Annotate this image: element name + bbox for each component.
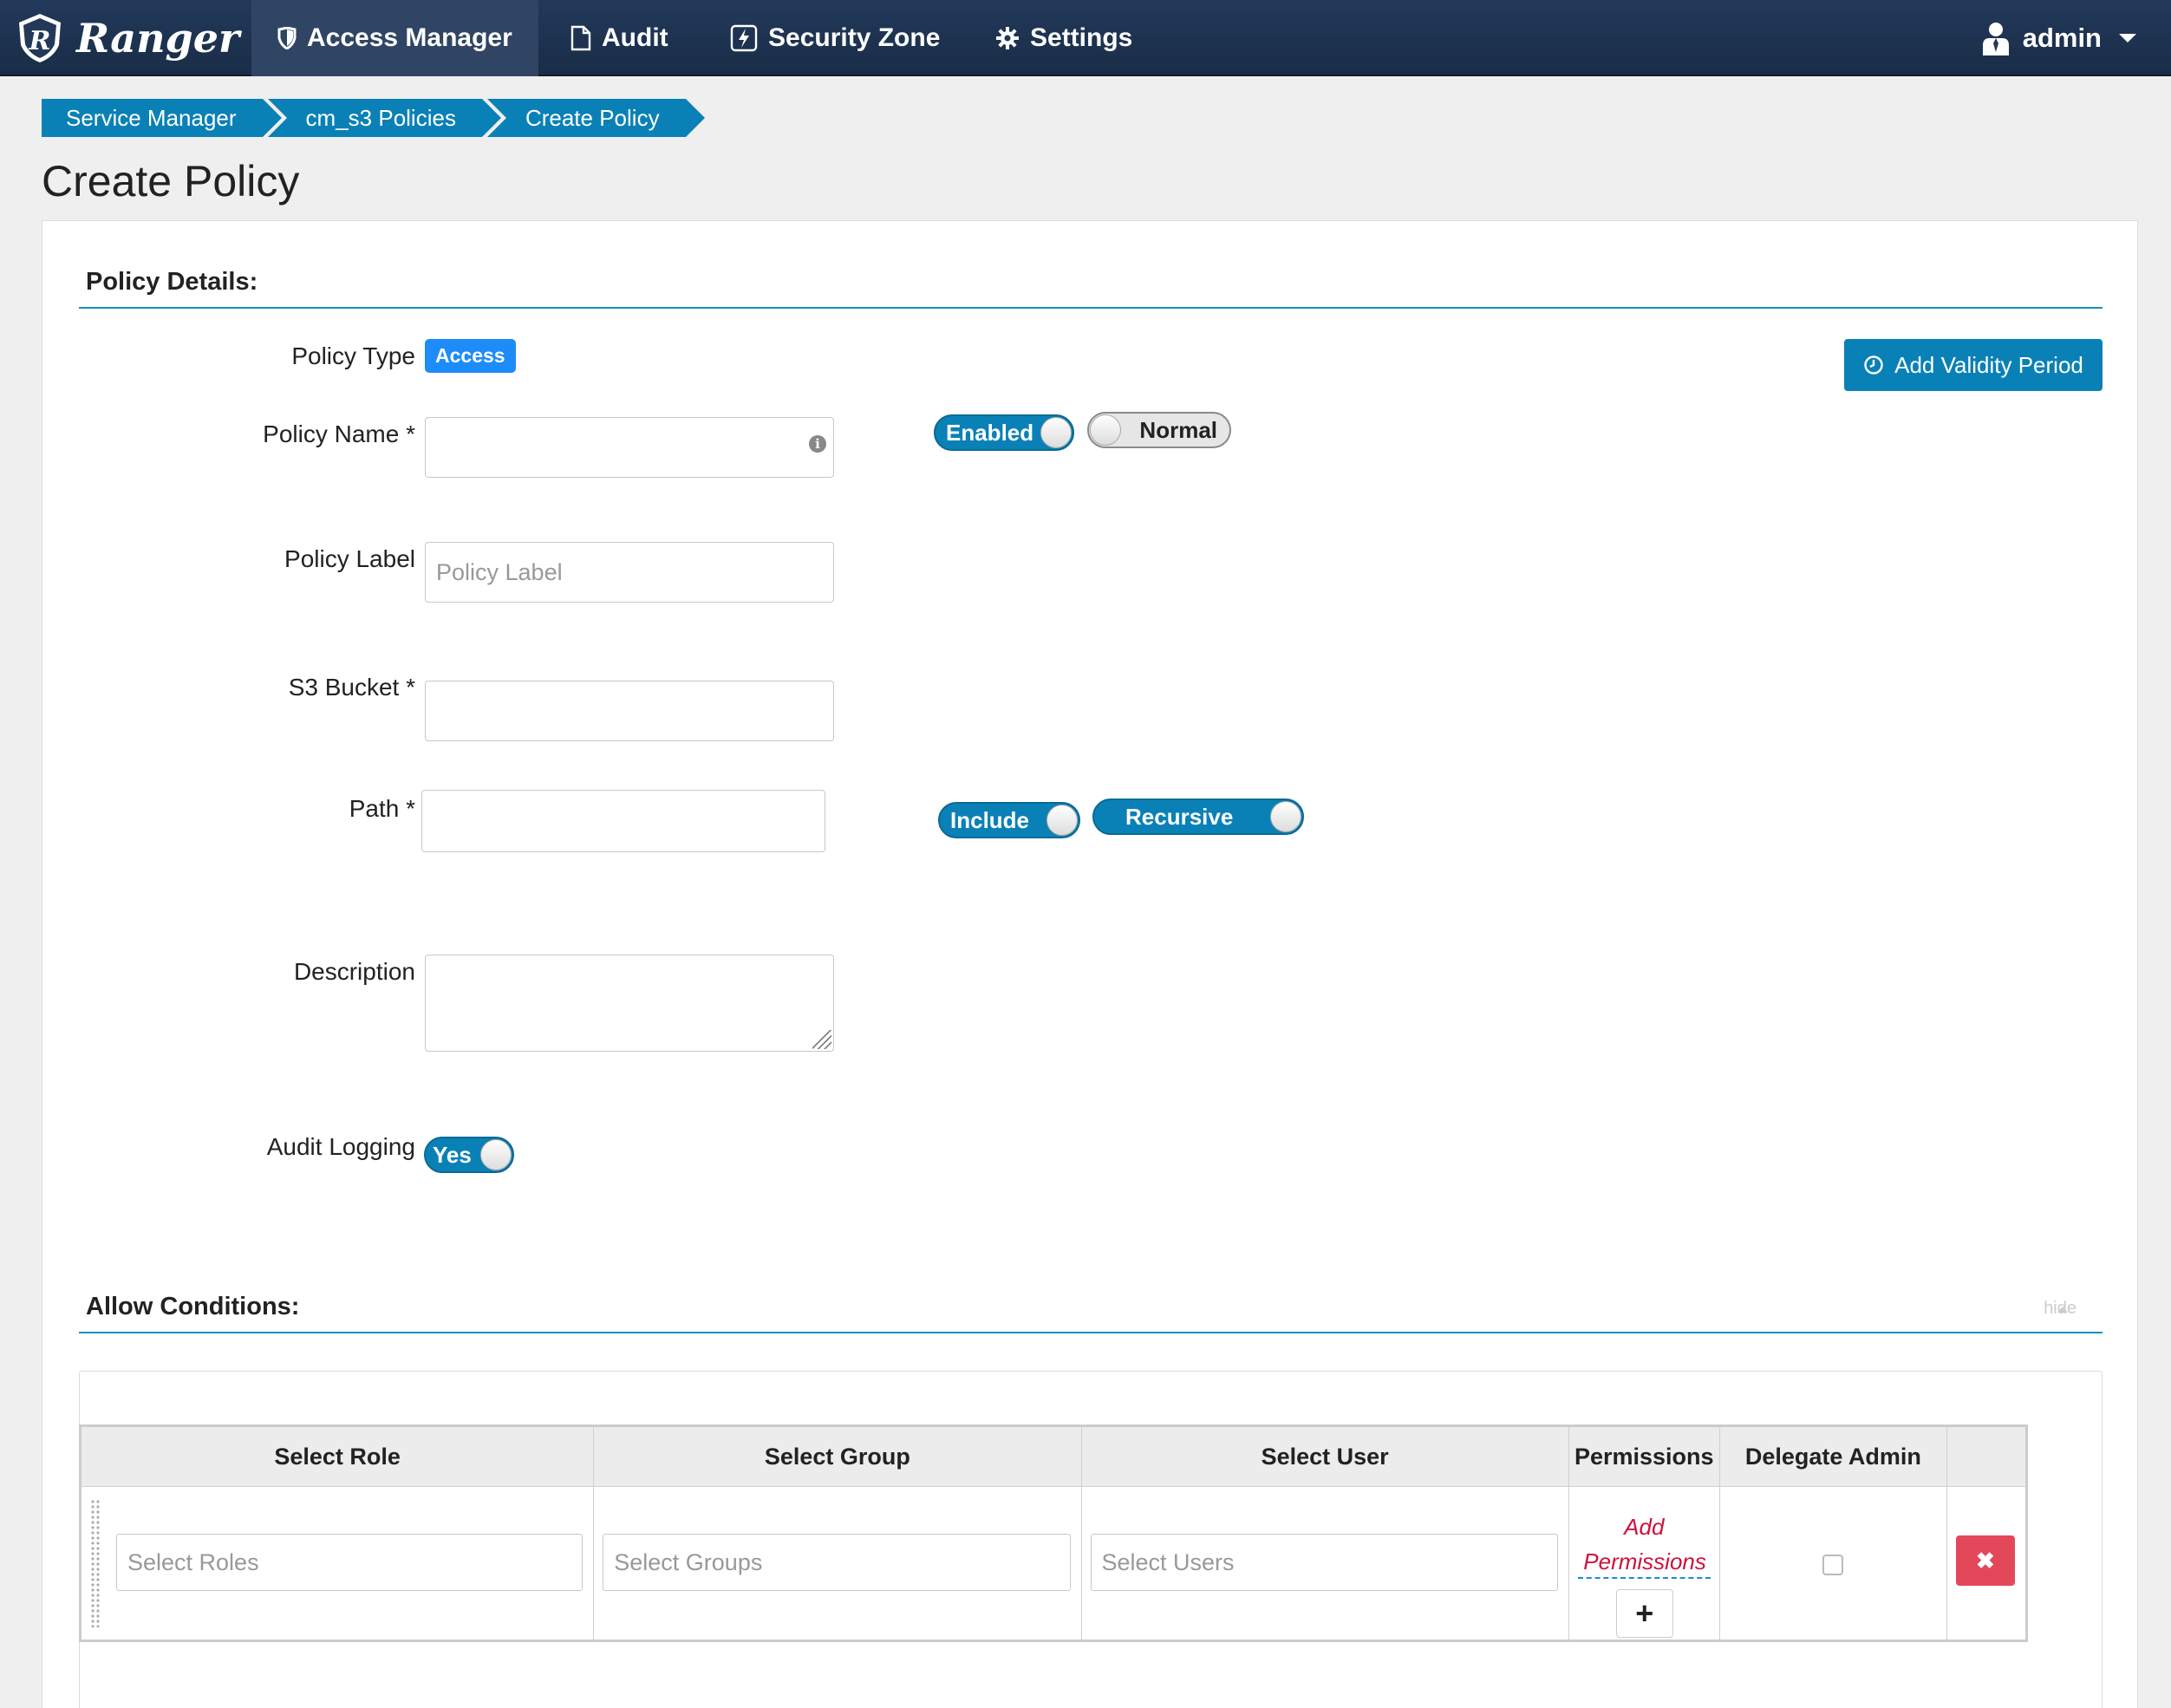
nav-label: Security Zone — [768, 23, 941, 52]
gear-icon — [996, 27, 1019, 49]
brand[interactable]: R Ranger — [16, 10, 239, 66]
audit-logging-label: Audit Logging — [266, 1133, 415, 1160]
page-title: Create Policy — [42, 157, 300, 205]
chevron-down-icon — [2119, 34, 2136, 42]
select-groups-input[interactable]: Select Groups — [603, 1534, 1071, 1591]
nav-label: Access Manager — [307, 23, 512, 52]
ranger-logo-icon: R — [19, 14, 61, 62]
recursive-toggle-label: Recursive — [1125, 803, 1234, 830]
file-icon — [570, 25, 591, 51]
include-toggle-label: Include — [950, 806, 1030, 833]
breadcrumb-service-manager[interactable]: Service Manager — [42, 99, 282, 137]
policy-label-input[interactable]: Policy Label — [425, 542, 834, 603]
path-input[interactable] — [421, 790, 825, 852]
add-validity-period-button[interactable]: Add Validity Period — [1844, 339, 2103, 391]
top-navbar: R Ranger Access Manager Audit Security Z… — [0, 0, 2171, 76]
table-row: Select Roles Select Groups Select Users … — [79, 1486, 2028, 1641]
policy-name-input[interactable]: i — [425, 417, 834, 478]
policy-name-label: Policy Name * — [263, 420, 415, 447]
cell-select-role: Select Roles — [79, 1486, 595, 1641]
svg-text:R: R — [29, 26, 51, 56]
resize-grip-icon[interactable] — [812, 1030, 831, 1049]
s3-bucket-input[interactable] — [425, 681, 834, 741]
table-header-row: Select Role Select Group Select User Per… — [79, 1425, 2028, 1487]
policy-label-label: Policy Label — [284, 545, 415, 572]
breadcrumb-cm-s3-policies[interactable]: cm_s3 Policies — [267, 99, 502, 137]
zone-bolt-icon — [730, 24, 758, 52]
nav-access-manager[interactable]: Access Manager — [251, 0, 538, 76]
allow-conditions-table: Select Role Select Group Select User Per… — [79, 1424, 2028, 1642]
nav-security-zone[interactable]: Security Zone — [704, 0, 966, 76]
allow-conditions-heading: Allow Conditions: — [79, 1293, 2103, 1333]
select-roles-placeholder: Select Roles — [127, 1548, 259, 1575]
select-users-placeholder: Select Users — [1101, 1548, 1235, 1575]
toggle-knob — [1090, 414, 1121, 446]
username: admin — [2022, 23, 2102, 53]
info-icon[interactable]: i — [809, 435, 826, 453]
path-label: Path * — [349, 795, 415, 822]
select-roles-input[interactable]: Select Roles — [116, 1534, 583, 1591]
policy-label-placeholder: Policy Label — [436, 558, 563, 585]
col-select-user: Select User — [1080, 1425, 1569, 1487]
nav-audit[interactable]: Audit — [544, 0, 694, 76]
add-permissions-underline — [1577, 1577, 1711, 1579]
brand-text: Ranger — [76, 15, 240, 62]
shield-icon — [277, 27, 297, 49]
select-users-input[interactable]: Select Users — [1090, 1534, 1558, 1591]
toggle-knob — [1040, 417, 1072, 448]
toggle-knob — [1270, 801, 1301, 832]
enabled-toggle-label: Enabled — [946, 419, 1034, 446]
cell-actions: ✖ — [1946, 1486, 2028, 1641]
description-label: Description — [293, 958, 415, 985]
cell-select-group: Select Groups — [593, 1486, 1082, 1641]
drag-handle-icon[interactable] — [90, 1499, 101, 1627]
delete-row-button[interactable]: ✖ — [1955, 1535, 2015, 1586]
recursive-toggle[interactable]: Recursive — [1092, 799, 1304, 835]
add-permissions-label: Add Permissions — [1583, 1514, 1706, 1574]
s3-bucket-label: S3 Bucket * — [288, 674, 415, 701]
col-select-role: Select Role — [79, 1425, 595, 1487]
enabled-toggle[interactable]: Enabled — [934, 414, 1074, 451]
normal-toggle[interactable]: Normal — [1087, 412, 1231, 448]
col-delegate-admin: Delegate Admin — [1718, 1425, 1947, 1487]
normal-toggle-label: Normal — [1139, 416, 1217, 443]
col-actions — [1946, 1425, 2028, 1487]
cell-select-user: Select Users — [1080, 1486, 1569, 1641]
policy-type-label: Policy Type — [291, 342, 415, 369]
policy-details-heading: Policy Details: — [79, 268, 2103, 309]
col-permissions: Permissions — [1568, 1425, 1720, 1487]
user-icon — [1982, 23, 2009, 55]
col-select-group: Select Group — [593, 1425, 1082, 1487]
breadcrumb: Service Manager cm_s3 Policies Create Po… — [42, 99, 705, 137]
audit-toggle-label: Yes — [433, 1141, 472, 1168]
add-permissions-link[interactable]: Add Permissions — [1569, 1509, 1719, 1579]
toggle-knob — [480, 1139, 512, 1170]
nav-settings[interactable]: Settings — [969, 0, 1158, 76]
clock-icon — [1864, 355, 1883, 375]
toggle-knob — [1046, 805, 1078, 836]
audit-logging-toggle[interactable]: Yes — [424, 1137, 514, 1173]
select-groups-placeholder: Select Groups — [614, 1548, 763, 1575]
cell-delegate-admin — [1718, 1486, 1947, 1641]
cell-permissions: Add Permissions + — [1568, 1486, 1720, 1641]
nav-label: Settings — [1030, 23, 1133, 52]
user-menu[interactable]: admin — [1981, 0, 2136, 76]
delegate-admin-checkbox[interactable] — [1822, 1555, 1843, 1575]
breadcrumb-create-policy: Create Policy — [486, 99, 705, 137]
add-validity-label: Add Validity Period — [1894, 351, 2083, 378]
nav-label: Audit — [602, 23, 668, 52]
policy-form-panel: Policy Details: Policy Type Access Add V… — [42, 220, 2138, 1708]
chevron-up-icon[interactable] — [2057, 1307, 2068, 1313]
policy-type-badge: Access — [425, 339, 516, 373]
description-textarea[interactable] — [425, 955, 834, 1052]
include-toggle[interactable]: Include — [938, 802, 1080, 838]
add-permission-plus-button[interactable]: + — [1615, 1589, 1673, 1638]
